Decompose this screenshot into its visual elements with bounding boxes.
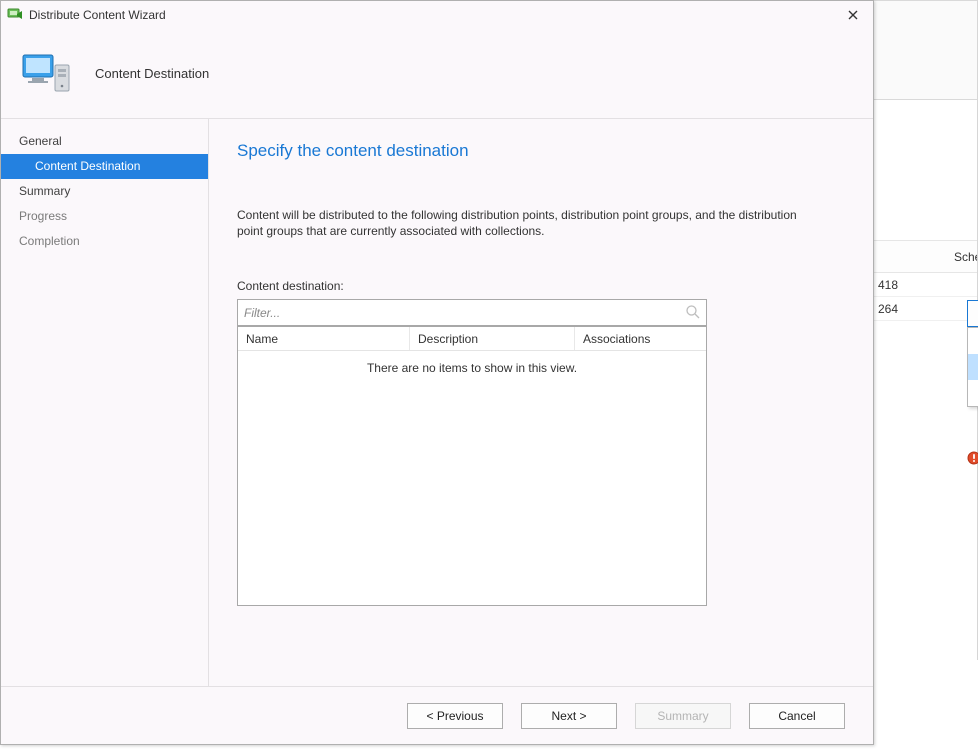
close-icon (848, 10, 858, 20)
grid-header: Name Description Associations (238, 327, 706, 351)
wizard-footer: < Previous Next > Summary Cancel (1, 686, 873, 744)
search-icon (685, 304, 701, 320)
summary-button: Summary (635, 703, 731, 729)
add-button[interactable]: Add (967, 300, 978, 327)
add-menu-distribution-point-group[interactable]: Distribution Point Group (968, 380, 978, 406)
nav-item-content-destination[interactable]: Content Destination (1, 154, 208, 179)
add-menu-collections[interactable]: Collections (968, 328, 978, 354)
page-title: Content Destination (95, 66, 209, 81)
filter-input[interactable] (237, 299, 707, 326)
content-heading: Specify the content destination (237, 141, 845, 161)
window-title: Distribute Content Wizard (29, 8, 839, 22)
header-band: Content Destination (1, 29, 873, 119)
previous-button[interactable]: < Previous (407, 703, 503, 729)
add-menu-distribution-point[interactable]: Distribution Point (968, 354, 978, 380)
content-destination-label: Content destination: (237, 279, 845, 293)
column-associations[interactable]: Associations (575, 327, 706, 350)
nav-item-general[interactable]: General (1, 129, 208, 154)
titlebar: Distribute Content Wizard (1, 1, 873, 29)
background-panel-border (874, 0, 978, 660)
next-button[interactable]: Next > (521, 703, 617, 729)
cancel-button[interactable]: Cancel (749, 703, 845, 729)
wizard-nav: General Content Destination Summary Prog… (1, 119, 209, 686)
add-dropdown-menu: Collections Distribution Point Distribut… (967, 327, 978, 407)
content-destination-grid: Name Description Associations There are … (237, 326, 707, 606)
validation-error-icon (967, 451, 978, 468)
nav-item-progress[interactable]: Progress (1, 204, 208, 229)
wizard-content: Specify the content destination Content … (209, 119, 873, 686)
content-description: Content will be distributed to the follo… (237, 207, 797, 239)
close-button[interactable] (839, 5, 867, 25)
nav-item-completion[interactable]: Completion (1, 229, 208, 254)
app-icon (7, 6, 23, 25)
header-graphic (21, 49, 73, 99)
column-name[interactable]: Name (238, 327, 410, 350)
grid-empty-text: There are no items to show in this view. (238, 361, 706, 375)
wizard-window: Distribute Content Wizard Content Destin (0, 0, 874, 745)
nav-item-summary[interactable]: Summary (1, 179, 208, 204)
column-description[interactable]: Description (410, 327, 575, 350)
